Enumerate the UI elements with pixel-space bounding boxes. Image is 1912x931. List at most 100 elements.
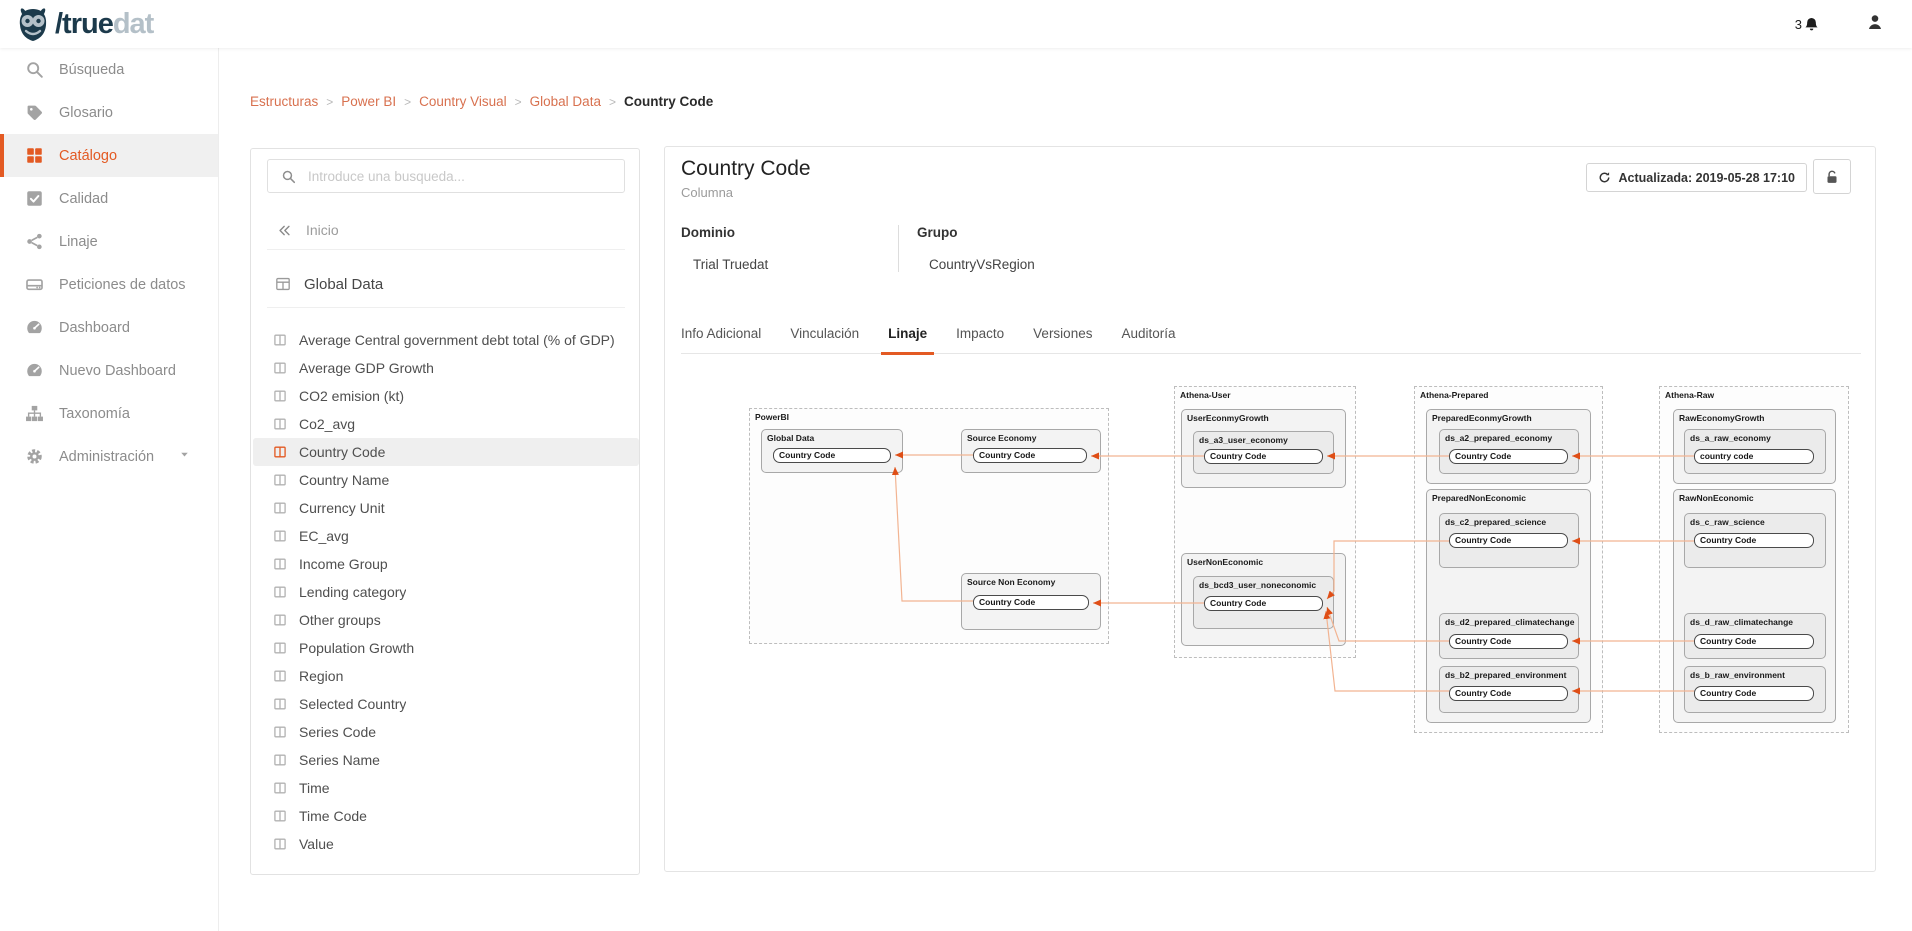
- list-item-country-name[interactable]: Country Name: [253, 466, 639, 494]
- lineage-field-node[interactable]: Country Code: [1694, 634, 1814, 649]
- list-item-series-code[interactable]: Series Code: [253, 718, 639, 746]
- parent-structure-label: Global Data: [304, 276, 383, 293]
- lineage-field-node[interactable]: Country Code: [773, 448, 891, 463]
- lineage-table-label: RawNonEconomic: [1679, 493, 1754, 503]
- sidebar-item-nuevo-dashboard[interactable]: Nuevo Dashboard: [0, 349, 218, 392]
- app-root: /truedat 3 Búsqueda Glosario Catálogo Calid…: [0, 0, 1912, 931]
- list-item-country-code[interactable]: Country Code: [253, 438, 639, 466]
- columns-icon: [273, 529, 287, 543]
- sidebar-item-catalogo[interactable]: Catálogo: [0, 134, 218, 177]
- list-item-co2-emision-kt[interactable]: CO2 emision (kt): [253, 382, 639, 410]
- lineage-field-node[interactable]: Country Code: [973, 448, 1087, 463]
- columns-icon: [273, 557, 287, 571]
- gauge-icon: [25, 318, 45, 338]
- sidebar-item-peticiones-de-datos[interactable]: Peticiones de datos: [0, 263, 218, 306]
- lineage-dataset-label: ds_a2_prepared_economy: [1445, 433, 1552, 443]
- list-item-currency-unit[interactable]: Currency Unit: [253, 494, 639, 522]
- structure-item-list: Average Central government debt total (%…: [253, 326, 639, 858]
- lineage-dataset-label: ds_a3_user_economy: [1199, 435, 1288, 445]
- columns-icon: [273, 445, 287, 459]
- breadcrumb-global-data[interactable]: Global Data: [530, 94, 601, 109]
- list-item-income-group[interactable]: Income Group: [253, 550, 639, 578]
- list-item-label: CO2 emision (kt): [299, 388, 404, 404]
- list-item-label: Region: [299, 668, 343, 684]
- lineage-field-node[interactable]: Country Code: [973, 595, 1089, 610]
- lineage-field-node[interactable]: Country Code: [1694, 533, 1814, 548]
- lineage-field-node[interactable]: Country Code: [1449, 686, 1568, 701]
- list-item-lending-category[interactable]: Lending category: [253, 578, 639, 606]
- lineage-field-node[interactable]: Country Code: [1449, 634, 1568, 649]
- list-item-co2-avg[interactable]: Co2_avg: [253, 410, 639, 438]
- sidebar-item-taxonomia[interactable]: Taxonomía: [0, 392, 218, 435]
- lineage-field-node[interactable]: Country Code: [1204, 449, 1323, 464]
- logo-wordmark: /truedat: [55, 5, 153, 43]
- lineage-field-node[interactable]: Country Code: [1449, 449, 1568, 464]
- user-icon: [1866, 13, 1884, 31]
- lineage-table-label: Source Economy: [967, 433, 1036, 443]
- list-item-label: Co2_avg: [299, 416, 355, 432]
- list-item-ec-avg[interactable]: EC_avg: [253, 522, 639, 550]
- truedat-logo[interactable]: /truedat: [14, 5, 153, 43]
- breadcrumb-separator: >: [515, 95, 522, 109]
- parent-structure-global-data[interactable]: Global Data: [267, 261, 625, 308]
- list-item-selected-country[interactable]: Selected Country: [253, 690, 639, 718]
- sidebar-item-label: Glosario: [59, 105, 113, 121]
- lineage-field-node[interactable]: Country Code: [1449, 533, 1568, 548]
- gauge-icon: [25, 361, 45, 381]
- sidebar-item-glosario[interactable]: Glosario: [0, 91, 218, 134]
- list-item-label: Currency Unit: [299, 500, 385, 516]
- sidebar-item-administracion[interactable]: Administración: [0, 435, 218, 478]
- search-input[interactable]: [306, 168, 624, 185]
- columns-icon: [273, 669, 287, 683]
- breadcrumb-estructuras[interactable]: Estructuras: [250, 94, 318, 109]
- list-item-average-gdp-growth[interactable]: Average GDP Growth: [253, 354, 639, 382]
- user-menu-button[interactable]: [1866, 13, 1884, 36]
- lineage-field-node[interactable]: Country Code: [1694, 686, 1814, 701]
- list-item-label: Time Code: [299, 808, 367, 824]
- columns-icon: [273, 613, 287, 627]
- list-item-time-code[interactable]: Time Code: [253, 802, 639, 830]
- lineage-dataset-label: ds_b_raw_environment: [1690, 670, 1785, 680]
- columns-icon: [273, 809, 287, 823]
- sidebar-item-label: Peticiones de datos: [59, 277, 186, 293]
- sidebar-item-dashboard[interactable]: Dashboard: [0, 306, 218, 349]
- sidebar-item-calidad[interactable]: Calidad: [0, 177, 218, 220]
- sidebar-item-busqueda[interactable]: Búsqueda: [0, 48, 218, 91]
- sidebar-item-label: Catálogo: [59, 148, 117, 164]
- lineage-table-label: PreparedNonEconomic: [1432, 493, 1526, 503]
- structure-search-box: [267, 159, 625, 193]
- lineage-dataset-label: ds_bcd3_user_noneconomic: [1199, 580, 1316, 590]
- list-item-other-groups[interactable]: Other groups: [253, 606, 639, 634]
- list-item-label: Other groups: [299, 612, 381, 628]
- breadcrumb-country-code: Country Code: [624, 94, 713, 109]
- list-item-region[interactable]: Region: [253, 662, 639, 690]
- list-item-value[interactable]: Value: [253, 830, 639, 858]
- lineage-dataset-label: ds_c2_prepared_science: [1445, 517, 1546, 527]
- sidebar-item-linaje[interactable]: Linaje: [0, 220, 218, 263]
- check-square-icon: [25, 189, 45, 209]
- sidebar: Búsqueda Glosario Catálogo Calidad Linaje Pet…: [0, 48, 219, 931]
- list-item-label: Average Central government debt total (%…: [299, 332, 615, 348]
- lineage-dataset-label: ds_d2_prepared_climatechange: [1445, 617, 1574, 627]
- lineage-field-node[interactable]: Country Code: [1204, 596, 1323, 611]
- notifications-button[interactable]: 3: [1795, 16, 1820, 33]
- list-item-time[interactable]: Time: [253, 774, 639, 802]
- double-chevron-left-icon: [277, 223, 292, 238]
- list-item-label: Series Code: [299, 724, 376, 740]
- lineage-dataset-label: ds_a_raw_economy: [1690, 433, 1771, 443]
- lineage-group-label: Athena-User: [1180, 390, 1231, 400]
- table-icon: [275, 276, 291, 292]
- breadcrumb-power-bi[interactable]: Power BI: [341, 94, 396, 109]
- lineage-dataset-label: ds_b2_prepared_environment: [1445, 670, 1566, 680]
- sidebar-item-label: Linaje: [59, 234, 98, 250]
- sidebar-item-label: Calidad: [59, 191, 108, 207]
- lineage-table-label: Global Data: [767, 433, 814, 443]
- list-item-population-growth[interactable]: Population Growth: [253, 634, 639, 662]
- breadcrumb-country-visual[interactable]: Country Visual: [419, 94, 507, 109]
- back-to-home-button[interactable]: Inicio: [267, 211, 625, 250]
- list-item-series-name[interactable]: Series Name: [253, 746, 639, 774]
- lineage-field-node[interactable]: country code: [1694, 449, 1814, 464]
- lineage-table-label: RawEconomyGrowth: [1679, 413, 1764, 423]
- list-item-average-central-government-debt-total-of-gdp[interactable]: Average Central government debt total (%…: [253, 326, 639, 354]
- columns-icon: [273, 781, 287, 795]
